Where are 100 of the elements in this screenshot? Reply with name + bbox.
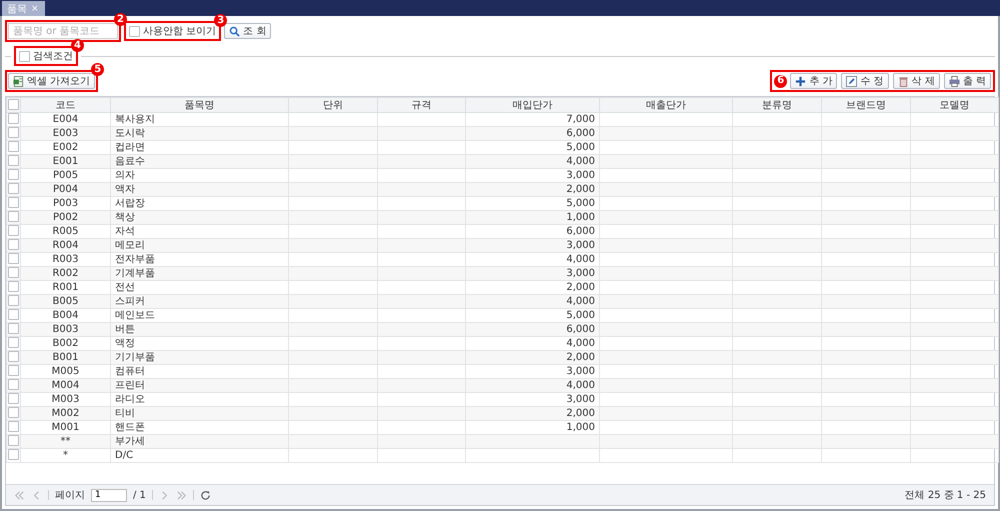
excel-import-button[interactable]: 엑셀 가져오기 bbox=[8, 73, 96, 89]
checkbox[interactable] bbox=[8, 393, 19, 404]
checkbox[interactable] bbox=[8, 421, 19, 432]
column-header[interactable]: 코드 bbox=[20, 98, 110, 112]
table-cell: 4,000 bbox=[566, 380, 595, 390]
search-field[interactable]: 품목명 or 품목코드 bbox=[8, 23, 118, 39]
edit-button[interactable]: 수 정 bbox=[841, 73, 889, 89]
checkbox[interactable] bbox=[8, 99, 19, 110]
checkbox[interactable] bbox=[8, 155, 19, 166]
checkbox[interactable] bbox=[8, 225, 19, 236]
table-cell: 도시락 bbox=[110, 126, 288, 140]
checkbox[interactable] bbox=[8, 323, 19, 334]
checkbox[interactable] bbox=[8, 127, 19, 138]
table-cell: 2,000 bbox=[566, 352, 595, 362]
table-cell: B001 bbox=[20, 350, 110, 364]
plus-icon bbox=[795, 76, 806, 86]
checkbox[interactable] bbox=[8, 379, 19, 390]
column-header[interactable]: 모델명 bbox=[910, 98, 998, 112]
table-cell: 1,000 bbox=[566, 422, 595, 432]
table-cell: E001 bbox=[20, 154, 110, 168]
annotation-badge: 5 bbox=[91, 63, 104, 76]
checkbox[interactable] bbox=[8, 365, 19, 376]
checkbox[interactable] bbox=[8, 337, 19, 348]
checkbox[interactable] bbox=[8, 211, 19, 222]
column-header[interactable]: 매입단가 bbox=[466, 98, 600, 112]
checkbox[interactable] bbox=[8, 183, 19, 194]
pencil-icon bbox=[846, 76, 858, 86]
checkbox[interactable] bbox=[8, 407, 19, 418]
table-cell: 액자 bbox=[110, 182, 288, 196]
column-header[interactable]: 규격 bbox=[378, 98, 466, 112]
table-cell: 메모리 bbox=[110, 238, 288, 252]
column-header[interactable]: 매출단가 bbox=[600, 98, 732, 112]
table-cell: ** bbox=[20, 434, 110, 448]
print-button[interactable]: 출 력 bbox=[944, 73, 991, 89]
checkbox[interactable] bbox=[129, 26, 140, 36]
add-button[interactable]: 추 가 bbox=[790, 73, 838, 89]
table-cell: E003 bbox=[20, 126, 110, 140]
table-cell: 6,000 bbox=[566, 324, 595, 334]
table-cell: P002 bbox=[20, 210, 110, 224]
checkbox[interactable] bbox=[8, 141, 19, 152]
last-page-icon[interactable] bbox=[176, 490, 187, 500]
checkbox[interactable] bbox=[19, 50, 30, 62]
annotation-badge: 4 bbox=[71, 39, 84, 52]
table-cell: 5,000 bbox=[566, 142, 595, 152]
page-number-field[interactable]: 1 bbox=[91, 488, 127, 502]
checkbox[interactable] bbox=[8, 449, 19, 460]
table-cell: 스피커 bbox=[110, 294, 288, 308]
checkbox[interactable] bbox=[8, 253, 19, 264]
checkbox[interactable] bbox=[8, 113, 19, 124]
table-cell: R004 bbox=[20, 238, 110, 252]
search-icon bbox=[229, 26, 240, 36]
previous-page-icon[interactable] bbox=[31, 490, 42, 500]
table-cell: 3,000 bbox=[566, 394, 595, 404]
column-header[interactable]: 품목명 bbox=[110, 98, 288, 112]
table-cell: 기기부품 bbox=[110, 350, 288, 364]
table-cell: * bbox=[20, 448, 110, 462]
search-button[interactable]: 조 회 bbox=[224, 23, 272, 39]
table-cell: 4,000 bbox=[566, 156, 595, 166]
table-cell: 4,000 bbox=[566, 296, 595, 306]
checkbox-label: 검색조건 bbox=[33, 50, 73, 63]
first-page-icon[interactable] bbox=[14, 490, 25, 500]
table-cell: D/C bbox=[110, 448, 288, 462]
table-cell: R002 bbox=[20, 266, 110, 280]
table-cell: 7,000 bbox=[566, 114, 595, 124]
table-cell: 4,000 bbox=[566, 338, 595, 348]
table-cell: 티비 bbox=[110, 406, 288, 420]
checkbox[interactable] bbox=[8, 295, 19, 306]
annotation-badge: 6 bbox=[774, 74, 788, 88]
column-header[interactable]: 단위 bbox=[288, 98, 378, 112]
total-pages: / 1 bbox=[133, 490, 146, 500]
table-cell: 2,000 bbox=[566, 184, 595, 194]
delete-button[interactable]: 삭 제 bbox=[892, 73, 940, 89]
table-cell: 4,000 bbox=[566, 254, 595, 264]
table-cell: 3,000 bbox=[566, 268, 595, 278]
table-cell: M004 bbox=[20, 378, 110, 392]
checkbox[interactable] bbox=[8, 281, 19, 292]
trash-icon bbox=[898, 76, 909, 86]
printer-icon bbox=[948, 76, 960, 86]
table-cell: B003 bbox=[20, 322, 110, 336]
table-cell: 1,000 bbox=[566, 212, 595, 222]
column-header[interactable]: 브랜드명 bbox=[822, 98, 910, 112]
table-cell: P004 bbox=[20, 182, 110, 196]
checkbox[interactable] bbox=[8, 169, 19, 180]
table-cell: 5,000 bbox=[566, 198, 595, 208]
checkbox-label: 사용안함 보이기 bbox=[143, 25, 216, 38]
table-cell: M002 bbox=[20, 406, 110, 420]
table-cell: 2,000 bbox=[566, 408, 595, 418]
annotation-badge: 3 bbox=[214, 14, 228, 27]
table-cell: 3,000 bbox=[566, 240, 595, 250]
table-cell: 6,000 bbox=[566, 226, 595, 236]
checkbox[interactable] bbox=[8, 197, 19, 208]
checkbox[interactable] bbox=[8, 267, 19, 278]
checkbox[interactable] bbox=[8, 351, 19, 362]
checkbox[interactable] bbox=[8, 435, 19, 446]
table-cell: 기계부품 bbox=[110, 266, 288, 280]
checkbox[interactable] bbox=[8, 309, 19, 320]
refresh-icon[interactable] bbox=[200, 490, 211, 500]
column-header[interactable]: 분류명 bbox=[732, 98, 822, 112]
table-cell: 3,000 bbox=[566, 170, 595, 180]
checkbox[interactable] bbox=[8, 239, 19, 250]
